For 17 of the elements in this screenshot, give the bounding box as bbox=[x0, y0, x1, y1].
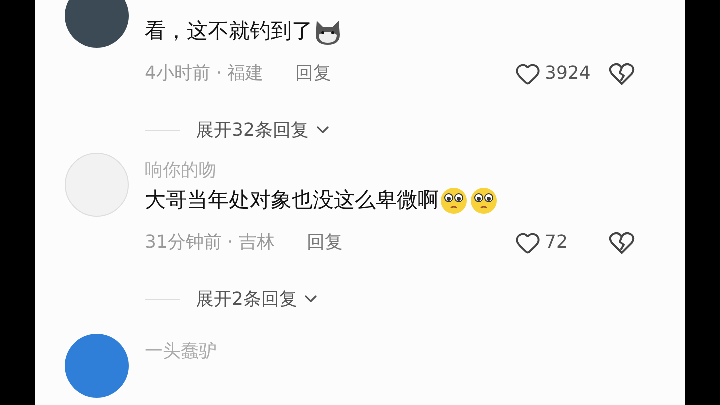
comment-meta: 31分钟前 · 吉林 bbox=[145, 231, 276, 255]
avatar-photo[interactable] bbox=[65, 0, 129, 48]
reply-link[interactable]: 回复 bbox=[307, 229, 344, 256]
expand-replies-link[interactable]: 展开2条回复 bbox=[196, 286, 298, 312]
broken-heart-icon[interactable] bbox=[609, 230, 635, 254]
reply-link[interactable]: 回复 bbox=[296, 60, 332, 87]
expand-replies-link[interactable]: 展开32条回复 bbox=[196, 116, 309, 144]
comment-meta: 4小时前 · 福建 bbox=[145, 62, 264, 86]
pleading-emoji-icon bbox=[439, 186, 469, 216]
username[interactable]: 一头蠢驴 bbox=[145, 334, 217, 398]
username[interactable]: 响你的吻 bbox=[145, 160, 217, 181]
pleading-emoji-icon bbox=[469, 186, 499, 216]
comment-text: 大哥当年处对象也没这么卑微啊 bbox=[145, 187, 439, 214]
like-count: 3924 bbox=[545, 62, 592, 86]
comment-text: 看，这不就钓到了 bbox=[145, 18, 313, 45]
broken-heart-icon[interactable] bbox=[609, 62, 635, 86]
like-count: 72 bbox=[545, 231, 569, 255]
